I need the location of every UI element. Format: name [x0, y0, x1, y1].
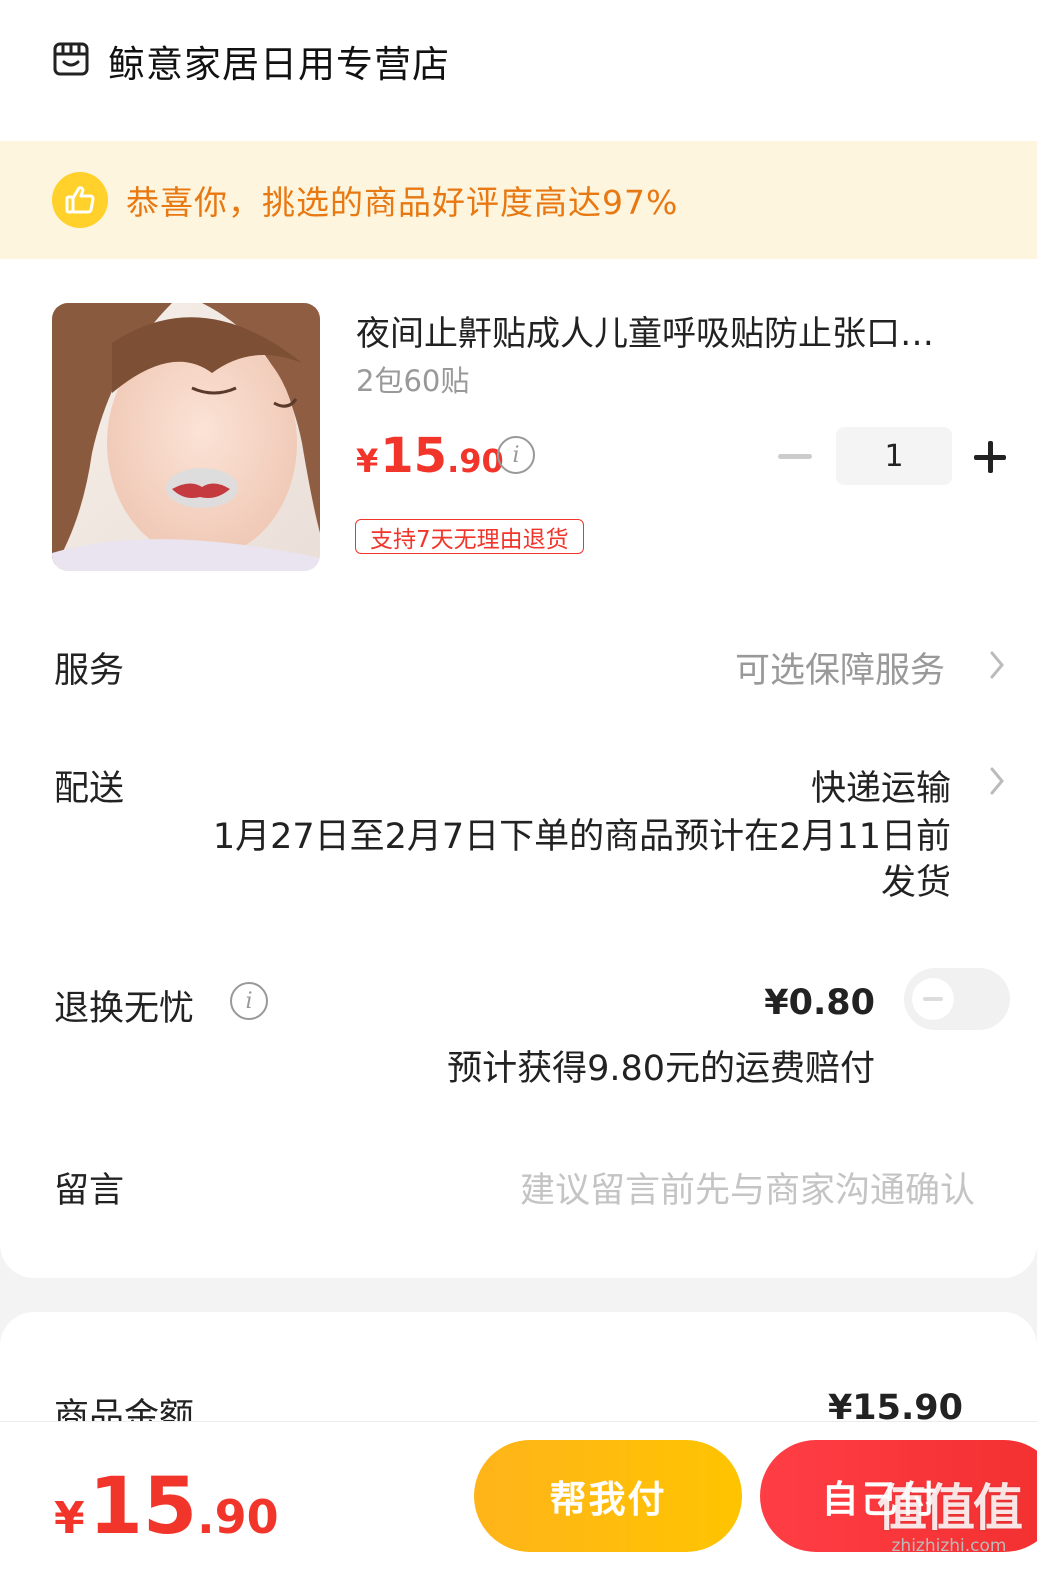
quantity-input[interactable]: 1	[836, 427, 952, 485]
praise-text: 恭喜你，挑选的商品好评度高达97%	[126, 183, 679, 222]
service-label: 服务	[54, 651, 125, 691]
store-icon	[52, 40, 90, 82]
shop-name: 鲸意家居日用专营店	[108, 43, 450, 86]
price-integer: 15	[380, 428, 448, 484]
return-worry-free-price: ¥0.80	[764, 983, 875, 1023]
total-price: ¥ 15 .90	[54, 1462, 279, 1552]
return-worry-free-note: 预计获得9.80元的运费赔付	[447, 1049, 875, 1089]
price-info-icon[interactable]: i	[497, 436, 535, 474]
message-label: 留言	[54, 1171, 125, 1211]
delivery-label: 配送	[54, 769, 125, 809]
product-title[interactable]: 夜间止鼾贴成人儿童呼吸贴防止张口…	[356, 306, 1016, 355]
return-worry-free-label: 退换无忧	[54, 989, 195, 1029]
service-chevron-right-icon[interactable]	[988, 650, 1006, 680]
help-me-pay-button[interactable]: 帮我付	[474, 1440, 742, 1552]
delivery-value[interactable]: 快递运输	[811, 760, 951, 811]
increase-quantity-button[interactable]	[970, 437, 1010, 477]
return-info-icon[interactable]: i	[230, 982, 268, 1020]
product-spec[interactable]: 2包60贴	[356, 358, 469, 400]
watermark-url: zhizhizhi.com	[891, 1536, 1007, 1556]
thumbs-up-icon	[52, 172, 108, 228]
delivery-note: 1月27日至2月7日下单的商品预计在2月11日前发货	[212, 817, 951, 903]
service-value[interactable]: 可选保障服务	[735, 642, 945, 693]
watermark-logo: 值值值	[877, 1479, 1023, 1537]
product-price: ¥ 15 .90	[356, 428, 504, 484]
price-decimal: .90	[447, 442, 504, 480]
product-image[interactable]	[52, 303, 320, 571]
decrease-quantity-button[interactable]	[778, 454, 812, 459]
total-currency: ¥	[54, 1493, 85, 1544]
delivery-chevron-right-icon[interactable]	[988, 766, 1006, 796]
order-confirm-page: 鲸意家居日用专营店 恭喜你，挑选的商品好评度高达97% 夜间止鼾贴成人儿童呼吸贴…	[0, 0, 1037, 1591]
praise-banner: 恭喜你，挑选的商品好评度高达97%	[0, 141, 1037, 259]
total-integer: 15	[88, 1462, 198, 1552]
toggle-knob	[912, 978, 954, 1020]
watermark: 值值值 zhizhizhi.com	[877, 1468, 1023, 1556]
shop-header[interactable]: 鲸意家居日用专营店	[52, 36, 450, 86]
message-input[interactable]: 建议留言前先与商家沟通确认	[520, 1162, 975, 1213]
return-policy-tag: 支持7天无理由退货	[355, 519, 584, 554]
price-currency: ¥	[356, 442, 379, 480]
total-decimal: .90	[197, 1490, 279, 1544]
